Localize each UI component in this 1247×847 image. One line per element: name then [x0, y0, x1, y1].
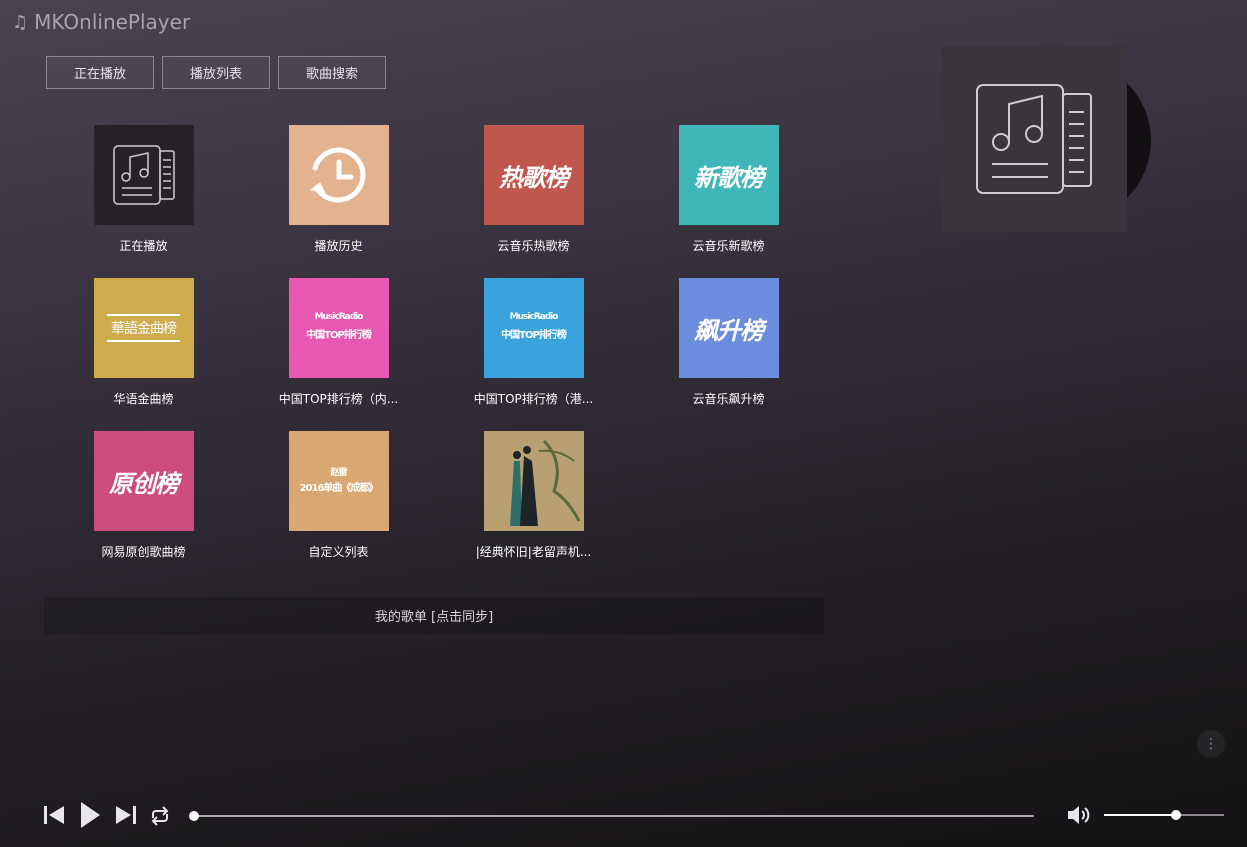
progress-bar[interactable] — [194, 815, 1034, 817]
playlist-label: 正在播放 — [119, 239, 168, 253]
playlist-label: 中国TOP排行榜（港... — [473, 392, 594, 406]
cover-title: 新歌榜 — [694, 163, 764, 192]
tab-bar: 正在播放 播放列表 歌曲搜索 — [46, 56, 386, 89]
playlist-doc-icon — [112, 145, 175, 205]
cover-title: 華語金曲榜 — [107, 314, 180, 342]
playlist-tile-chinese-gold[interactable]: 華語金曲榜华语金曲榜 — [46, 278, 241, 407]
playlist-label: |经典怀旧|老留声机... — [475, 545, 592, 559]
volume-slider[interactable] — [1104, 814, 1224, 816]
playlist-label: 网易原创歌曲榜 — [101, 545, 186, 559]
playlist-tile-custom-list[interactable]: 赵雷 2016单曲《成都》 自定义列表 — [241, 431, 436, 560]
cover-subtitle: 2016单曲《成都》 — [299, 483, 379, 494]
cover-title: MusicRadio — [314, 312, 364, 322]
skip-previous-icon[interactable] — [43, 804, 65, 826]
playlist-tile-history[interactable]: 播放历史 — [241, 125, 436, 254]
playlist-tile-now-playing[interactable]: 正在播放 — [46, 125, 241, 254]
playlist-label: 云音乐热歌榜 — [497, 239, 570, 253]
playlist-cover: 飙升榜 — [678, 278, 779, 378]
playlist-cover: 热歌榜 — [483, 125, 584, 225]
playlist-label: 云音乐新歌榜 — [692, 239, 765, 253]
cover-title: 原创榜 — [109, 469, 179, 498]
skip-next-icon[interactable] — [115, 804, 137, 826]
play-icon[interactable] — [79, 801, 101, 829]
loop-icon[interactable] — [149, 806, 171, 826]
tab-playlists[interactable]: 播放列表 — [162, 56, 270, 89]
progress-handle[interactable] — [189, 811, 199, 821]
playlist-cover — [288, 125, 389, 225]
playlist-doc-icon — [976, 83, 1092, 194]
tab-song-search[interactable]: 歌曲搜索 — [278, 56, 386, 89]
playlist-cover: MusicRadio 中国TOP排行榜 — [483, 278, 584, 378]
playlist-label: 华语金曲榜 — [113, 392, 174, 406]
more-vertical-icon[interactable]: ⋮ — [1197, 730, 1225, 758]
playlist-label: 中国TOP排行榜（内... — [278, 392, 399, 406]
volume-fill — [1104, 814, 1176, 816]
cover-title: 热歌榜 — [499, 163, 569, 192]
playlist-tile-china-top-mainland[interactable]: MusicRadio 中国TOP排行榜中国TOP排行榜（内... — [241, 278, 436, 407]
app-logo: ♫ MKOnlinePlayer — [12, 10, 190, 34]
cover-subtitle: 中国TOP排行榜 — [501, 330, 567, 341]
album-cover — [941, 46, 1127, 232]
playlist-cover — [93, 125, 194, 225]
playlist-label: 播放历史 — [314, 239, 363, 253]
playlist-tile-hot-songs[interactable]: 热歌榜 云音乐热歌榜 — [436, 125, 631, 254]
album-artwork — [483, 431, 584, 531]
playlist-cover: MusicRadio 中国TOP排行榜 — [288, 278, 389, 378]
album-art — [941, 46, 1156, 232]
playlist-cover: 華語金曲榜 — [93, 278, 194, 378]
cover-title: MusicRadio — [509, 312, 559, 322]
playlist-tile-rising[interactable]: 飙升榜 云音乐飙升榜 — [631, 278, 826, 407]
playlist-label: 自定义列表 — [308, 545, 369, 559]
tab-now-playing[interactable]: 正在播放 — [46, 56, 154, 89]
volume-icon[interactable] — [1067, 804, 1093, 826]
playlist-label: 云音乐飙升榜 — [692, 392, 765, 406]
playlist-tile-new-songs[interactable]: 新歌榜 云音乐新歌榜 — [631, 125, 826, 254]
volume-handle[interactable] — [1171, 810, 1181, 820]
playlist-tile-netease-original[interactable]: 原创榜网易原创歌曲榜 — [46, 431, 241, 560]
cover-title: 飙升榜 — [694, 316, 764, 345]
playlist-cover — [483, 431, 584, 531]
playlist-cover: 原创榜 — [93, 431, 194, 531]
playlist-tile-china-top-hk[interactable]: MusicRadio 中国TOP排行榜中国TOP排行榜（港... — [436, 278, 631, 407]
playlist-tile-classic-nostalgia[interactable]: |经典怀旧|老留声机... — [436, 431, 631, 560]
app-title: MKOnlinePlayer — [34, 10, 191, 34]
music-note-icon: ♫ — [12, 11, 29, 33]
playlist-cover: 赵雷 2016单曲《成都》 — [288, 431, 389, 531]
cover-subtitle: 中国TOP排行榜 — [306, 330, 372, 341]
sync-playlists-button[interactable]: 我的歌单 [点击同步] — [44, 597, 824, 634]
playlist-cover: 新歌榜 — [678, 125, 779, 225]
history-icon — [309, 147, 365, 203]
cover-title: 赵雷 — [330, 468, 347, 478]
